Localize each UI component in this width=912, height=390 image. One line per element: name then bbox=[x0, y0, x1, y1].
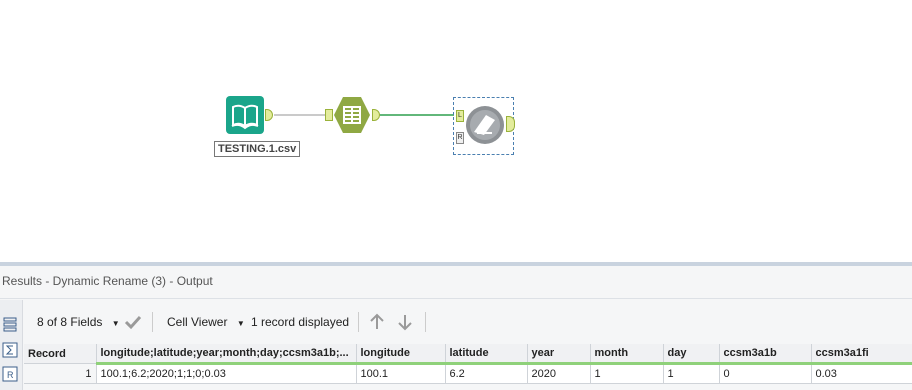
fields-selector-label: 8 of 8 Fields bbox=[37, 315, 103, 329]
arrow-up-icon[interactable] bbox=[368, 313, 386, 331]
select-tool[interactable] bbox=[333, 96, 371, 134]
dynamic-rename-icon bbox=[466, 106, 504, 144]
table-cell[interactable]: 0 bbox=[718, 363, 812, 384]
table-cell[interactable]: 1 bbox=[589, 363, 664, 384]
divider bbox=[425, 312, 426, 332]
arrow-down-icon[interactable] bbox=[396, 313, 414, 331]
table-cell[interactable]: 6.2 bbox=[444, 363, 528, 384]
table-cell[interactable]: 100.1;6.2;2020;1;1;0;0.03 bbox=[95, 363, 357, 384]
dynamic-rename-tool[interactable]: L R bbox=[453, 97, 515, 155]
column-header[interactable]: Record bbox=[24, 344, 97, 364]
cell-viewer-label: Cell Viewer bbox=[167, 315, 228, 329]
divider bbox=[358, 312, 359, 332]
table-row: 1 100.1;6.2;2020;1;1;0;0.03 100.1 6.2 20… bbox=[24, 363, 912, 384]
dropdown-arrow-icon: ▼ bbox=[236, 319, 245, 328]
divider bbox=[152, 312, 153, 332]
results-title: Results - Dynamic Rename (3) - Output bbox=[2, 274, 213, 288]
table-cell[interactable]: 2020 bbox=[526, 363, 591, 384]
select-input-anchor[interactable] bbox=[325, 109, 333, 121]
grid-header-row: Record longitude;latitude;year;month;day… bbox=[24, 344, 912, 365]
column-header[interactable]: year bbox=[527, 344, 591, 365]
fields-selector[interactable]: 8 of 8 Fields ▼ bbox=[37, 304, 120, 340]
book-icon bbox=[226, 96, 264, 134]
column-header[interactable]: ccsm3a1b bbox=[719, 344, 812, 365]
sum-icon[interactable] bbox=[2, 342, 18, 358]
svg-text:R: R bbox=[7, 370, 14, 380]
records-count: 1 record displayed bbox=[251, 315, 350, 329]
dropdown-arrow-icon: ▼ bbox=[111, 319, 120, 328]
r-icon[interactable]: R bbox=[2, 366, 18, 382]
column-header[interactable]: latitude bbox=[445, 344, 528, 365]
results-panel: Results - Dynamic Rename (3) - Output R … bbox=[0, 266, 912, 390]
input-tool-label: TESTING.1.csv bbox=[214, 141, 301, 157]
column-header[interactable]: ccsm3a1fi bbox=[811, 344, 912, 365]
table-cell[interactable]: 1 bbox=[662, 363, 720, 384]
results-side-strip: R bbox=[0, 300, 23, 390]
column-header[interactable]: longitude;latitude;year;month;day;ccsm3a… bbox=[96, 344, 357, 365]
cell-viewer-dropdown[interactable]: Cell Viewer ▼ bbox=[167, 304, 245, 340]
table-cell[interactable]: 1 bbox=[24, 363, 97, 384]
join-right-anchor[interactable]: R bbox=[456, 132, 464, 144]
divider bbox=[0, 298, 912, 299]
column-header[interactable]: longitude bbox=[356, 344, 446, 365]
input-data-tool[interactable] bbox=[226, 96, 264, 134]
column-header[interactable]: day bbox=[663, 344, 720, 365]
rename-output-anchor[interactable] bbox=[506, 116, 515, 132]
workflow-canvas[interactable]: TESTING.1.csv L R bbox=[0, 0, 912, 262]
list-icon[interactable] bbox=[2, 316, 18, 332]
results-grid: Record longitude;latitude;year;month;day… bbox=[24, 344, 912, 384]
join-left-anchor[interactable]: L bbox=[456, 110, 464, 122]
check-icon[interactable] bbox=[124, 314, 142, 330]
column-header[interactable]: month bbox=[590, 344, 664, 365]
select-tool-icon bbox=[334, 97, 370, 133]
table-cell[interactable]: 0.03 bbox=[810, 363, 912, 384]
results-toolbar: 8 of 8 Fields ▼ Cell Viewer ▼ 1 record d… bbox=[24, 304, 912, 340]
table-cell[interactable]: 100.1 bbox=[355, 363, 446, 384]
